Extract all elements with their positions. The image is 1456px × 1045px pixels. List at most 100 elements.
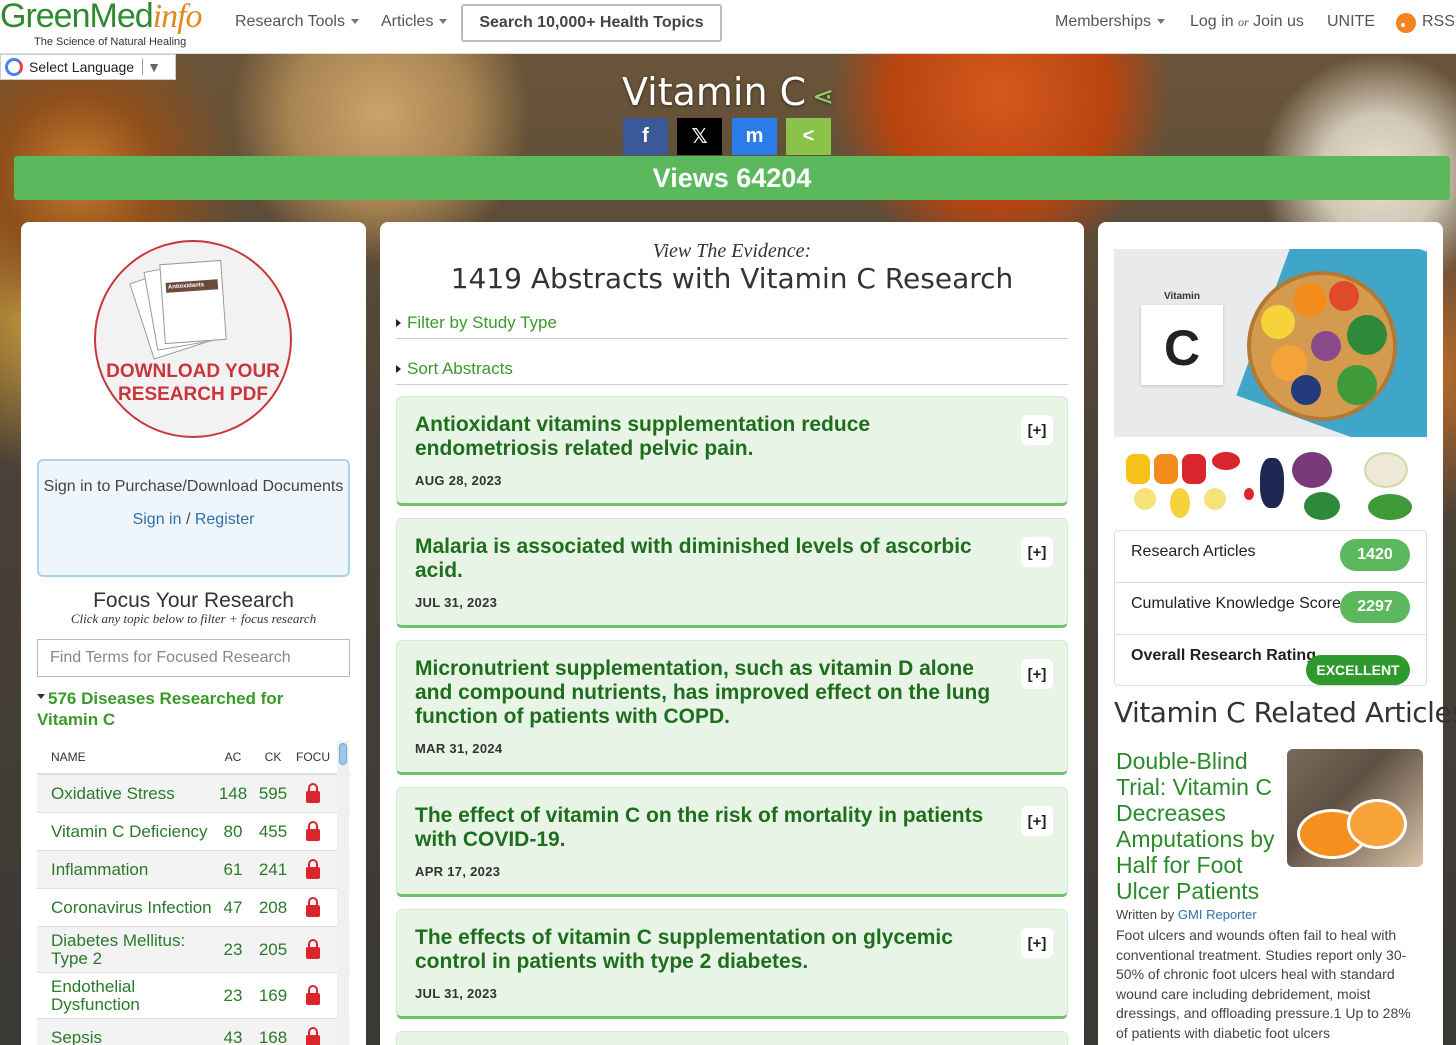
table-scrollbar[interactable] (337, 741, 349, 1045)
scrollbar-thumb[interactable] (339, 743, 347, 765)
download-pdf-label: DOWNLOAD YOUR RESEARCH PDF (106, 361, 280, 405)
ck-value: 169 (258, 985, 288, 1005)
abstract-title[interactable]: The effect of vitamin C on the risk of m… (415, 804, 997, 852)
register-link[interactable]: Register (195, 511, 255, 528)
col-ck[interactable]: CK (253, 750, 293, 764)
page-title: Vitamin C ⋖ (622, 70, 834, 114)
logo-wordmark: GreenMedinfo (0, 0, 203, 35)
vitamin-c-illustration: Vitamin C (1114, 249, 1427, 437)
nav-research-tools[interactable]: Research Tools (235, 13, 359, 31)
search-topics-button[interactable]: Search 10,000+ Health Topics (461, 4, 722, 42)
nav-articles[interactable]: Articles (381, 13, 448, 31)
article-byline: Written by GMI Reporter (1116, 907, 1257, 922)
find-terms-input[interactable] (37, 639, 350, 677)
ac-value: 80 (223, 821, 243, 841)
table-row[interactable]: Oxidative Stress 148 595 (37, 775, 350, 813)
table-row[interactable]: Sepsis 43 168 (37, 1019, 350, 1045)
download-pdf-button[interactable]: Antioxidants DOWNLOAD YOUR RESEARCH PDF (94, 240, 292, 438)
facebook-share-button[interactable]: f (623, 118, 668, 155)
abstract-title[interactable]: Malaria is associated with diminished le… (415, 535, 997, 583)
lock-icon[interactable] (306, 858, 320, 879)
nav-rss[interactable]: RSS (1422, 13, 1455, 31)
table-row[interactable]: Inflammation 61 241 (37, 851, 350, 889)
table-row[interactable]: Coronavirus Infection 47 208 (37, 889, 350, 927)
lock-icon[interactable] (306, 896, 320, 917)
table-header: NAME AC CK FOCU (37, 741, 350, 775)
generic-share-button[interactable]: < (786, 118, 831, 155)
col-name[interactable]: NAME (37, 748, 213, 766)
research-articles-badge: 1420 (1340, 539, 1410, 571)
col-focus[interactable]: FOCU (293, 750, 333, 764)
disease-name[interactable]: Endothelial Dysfunction (37, 977, 213, 1014)
document-icon: Antioxidants (159, 259, 227, 345)
article-excerpt: Foot ulcers and wounds often fail to hea… (1116, 927, 1411, 1041)
expand-button[interactable]: [+] (1021, 928, 1053, 958)
table-row[interactable]: Vitamin C Deficiency 80 455 (37, 813, 350, 851)
related-article-image[interactable] (1287, 749, 1423, 867)
messenger-share-button[interactable]: m (732, 118, 777, 155)
signin-callout: Sign in to Purchase/Download Documents S… (37, 459, 350, 577)
x-share-button[interactable]: 𝕏 (677, 118, 722, 155)
abstract-card[interactable]: Micronutrient supplementation, such as v… (396, 640, 1068, 775)
disease-name[interactable]: Coronavirus Infection (37, 898, 213, 917)
expand-button[interactable]: [+] (1021, 537, 1053, 567)
abstract-title[interactable]: Antioxidant vitamins supplementation red… (415, 413, 997, 461)
signin-link[interactable]: Sign in (133, 511, 182, 528)
focus-subtitle: Click any topic below to filter + focus … (70, 611, 317, 626)
author-link[interactable]: GMI Reporter (1178, 907, 1257, 922)
disease-name[interactable]: Vitamin C Deficiency (37, 822, 213, 841)
ac-value: 47 (223, 897, 243, 917)
disease-name[interactable]: Inflammation (37, 860, 213, 879)
share-icon[interactable]: ⋖ (812, 82, 834, 112)
disease-name[interactable]: Diabetes Mellitus: Type 2 (37, 931, 213, 968)
expand-button[interactable]: [+] (1021, 806, 1053, 836)
disease-name[interactable]: Oxidative Stress (37, 784, 213, 803)
abstract-card[interactable] (396, 1031, 1068, 1045)
table-row[interactable]: Diabetes Mellitus: Type 2 23 205 (37, 927, 350, 973)
table-row[interactable]: Endothelial Dysfunction 23 169 (37, 973, 350, 1019)
lock-icon[interactable] (306, 984, 320, 1005)
lock-icon[interactable] (306, 938, 320, 959)
ck-value: 208 (258, 897, 288, 917)
abstract-card[interactable]: The effect of vitamin C on the risk of m… (396, 787, 1068, 897)
ck-value: 595 (258, 783, 288, 803)
ck-value: 241 (258, 859, 288, 879)
evidence-title: 1419 Abstracts with Vitamin C Research (450, 262, 1014, 295)
filter-study-type-toggle[interactable]: Filter by Study Type (396, 307, 1068, 339)
stat-research-articles: Research Articles 1420 (1115, 531, 1426, 583)
lock-icon[interactable] (306, 1026, 320, 1045)
abstract-date: APR 17, 2023 (415, 864, 501, 879)
lock-icon[interactable] (306, 820, 320, 841)
nav-login: Log in or Join us (1190, 13, 1304, 31)
chevron-down-icon (1157, 19, 1166, 25)
caret-down-icon (37, 694, 45, 699)
top-navigation: GreenMedinfo The Science of Natural Heal… (0, 0, 1456, 54)
login-link[interactable]: Log in (1190, 13, 1234, 30)
stat-knowledge-score: Cumulative Knowledge Score 2297 (1115, 583, 1426, 635)
related-article-link[interactable]: Double-Blind Trial: Vitamin C Decreases … (1116, 748, 1286, 904)
nav-unite[interactable]: UNITE (1327, 13, 1375, 31)
abstract-title[interactable]: The effects of vitamin C supplementation… (415, 926, 997, 974)
expand-button[interactable]: [+] (1021, 659, 1053, 689)
abstract-card[interactable]: The effects of vitamin C supplementation… (396, 909, 1068, 1019)
evidence-label: View The Evidence: (652, 240, 812, 262)
vegetables-strip (1114, 448, 1427, 522)
expand-button[interactable]: [+] (1021, 415, 1053, 445)
evidence-panel: View The Evidence: 1419 Abstracts with V… (380, 222, 1084, 1045)
nav-memberships[interactable]: Memberships (1055, 13, 1166, 31)
abstract-card[interactable]: Antioxidant vitamins supplementation red… (396, 396, 1068, 506)
sort-abstracts-toggle[interactable]: Sort Abstracts (396, 353, 1068, 385)
caret-right-icon (396, 318, 401, 327)
abstract-title[interactable]: Micronutrient supplementation, such as v… (415, 657, 997, 729)
lock-icon[interactable] (306, 782, 320, 803)
join-link[interactable]: Join us (1253, 13, 1304, 30)
logo-tagline: The Science of Natural Healing (34, 36, 187, 48)
rss-icon[interactable] (1396, 13, 1416, 33)
abstract-card[interactable]: Malaria is associated with diminished le… (396, 518, 1068, 628)
ac-value: 61 (223, 859, 243, 879)
views-counter: Views 64204 (14, 156, 1450, 200)
research-stats: Research Articles 1420 Cumulative Knowle… (1114, 530, 1427, 686)
disease-name[interactable]: Sepsis (37, 1028, 213, 1045)
disease-section-toggle[interactable]: 576 Diseases Researched for Vitamin C (37, 688, 337, 730)
col-ac[interactable]: AC (213, 750, 253, 764)
